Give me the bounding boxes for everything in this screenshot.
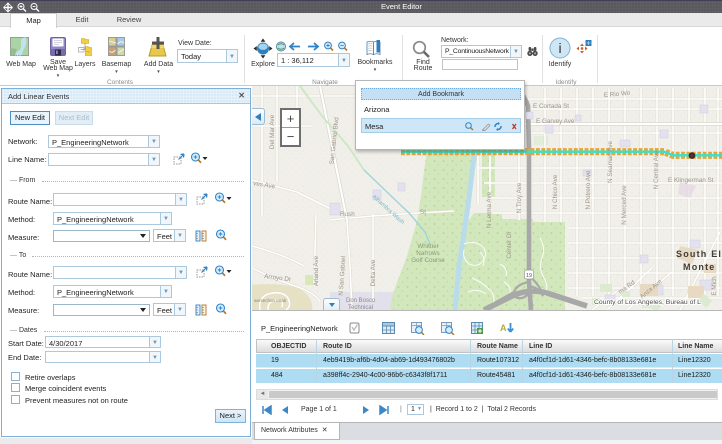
svg-text:N Chico Ave: N Chico Ave <box>552 174 559 209</box>
svg-text:E Cortada St: E Cortada St <box>533 103 569 110</box>
svg-text:aersechon Imab: aersechon Imab <box>254 298 287 303</box>
svg-text:Golf Course: Golf Course <box>411 257 445 264</box>
svg-text:Del Mar Ave: Del Mar Ave <box>269 114 276 149</box>
svg-text:N Central Ave: N Central Ave <box>653 150 660 189</box>
svg-text:Don Bosco: Don Bosco <box>346 298 376 304</box>
svg-text:A: A <box>500 323 507 333</box>
svg-text:N Troy Ave: N Troy Ave <box>516 182 523 213</box>
svg-text:Arland Ave: Arland Ave <box>313 255 320 286</box>
svg-text:E Mich: E Mich <box>711 276 718 296</box>
svg-text:County of Los Angeles, Bureau: County of Los Angeles, Bureau of L <box>594 299 701 306</box>
svg-text:N Seaman Ave: N Seaman Ave <box>607 141 614 183</box>
svg-text:St: St <box>420 209 426 216</box>
svg-text:Center Dr: Center Dr <box>506 231 513 258</box>
svg-text:E Garvey Ave: E Garvey Ave <box>536 118 575 125</box>
svg-text:N Lerma Ave: N Lerma Ave <box>486 191 493 228</box>
svg-text:N Potrero Ave: N Potrero Ave <box>585 170 592 210</box>
svg-text:E Klingerman St: E Klingerman St <box>668 177 714 184</box>
svg-text:N Merced Ave: N Merced Ave <box>621 185 628 225</box>
svg-text:Narrows: Narrows <box>416 250 439 257</box>
svg-text:i: i <box>558 40 561 56</box>
svg-text:Whittier: Whittier <box>417 243 438 250</box>
svg-text:19: 19 <box>526 273 532 279</box>
svg-text:South El: South El <box>676 249 722 259</box>
svg-text:Delta Ave: Delta Ave <box>370 259 377 286</box>
svg-text:Rush: Rush <box>340 211 355 218</box>
svg-text:Monte: Monte <box>683 262 716 272</box>
